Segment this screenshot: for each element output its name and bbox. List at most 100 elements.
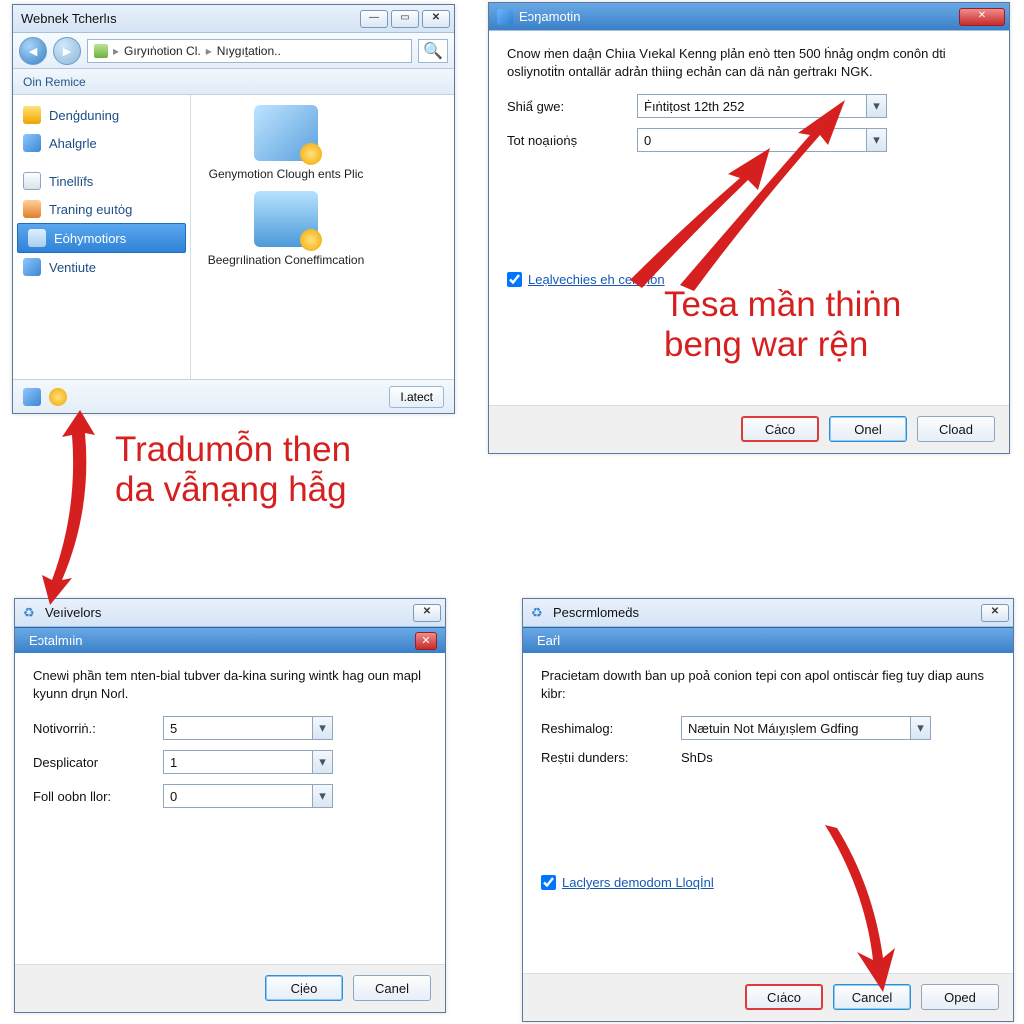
combo-value: 0	[644, 133, 651, 148]
inner-panel-header[interactable]: Eɔtalmıin ✕	[15, 627, 445, 653]
cload-button[interactable]: Cload	[917, 416, 995, 442]
breadcrumb[interactable]: ▸ Gıryıṅotion Cl. ▸ Nıygıṯation..	[87, 39, 412, 63]
checkbox-link[interactable]: Laclyers demodom Lloqİnl	[562, 875, 714, 890]
app-icon	[254, 191, 318, 247]
dialog-titlebar[interactable]: Eɔŋamotin ✕	[489, 3, 1009, 31]
latest-button[interactable]: I.atect	[389, 386, 444, 408]
combo-value: 0	[170, 789, 177, 804]
tot-combo[interactable]: 0 ▾	[637, 128, 887, 152]
dialog-titlebar[interactable]: ♻ Veıivelors ✕	[15, 599, 445, 627]
desplicator-combo[interactable]: 1▾	[163, 750, 333, 774]
checkbox-row[interactable]: Laclyers demodom Lloqİnl	[541, 875, 995, 890]
file-label: Beegrılination Coneffimcation	[201, 253, 371, 267]
button-row: Cıȧco Cancel Oped	[523, 973, 1013, 1020]
close-button[interactable]: ✕	[422, 10, 450, 28]
field-label: Notivorriṅ.:	[33, 721, 153, 736]
combo-value: Nætuin Not Máıỵıṣlem Gdfing	[688, 721, 859, 736]
dialog-description: Pracietam dowıth ḃan up poả conion tepi …	[541, 667, 995, 702]
reshimalog-combo[interactable]: Nætuin Not Máıỵıṣlem Gdfing ▾	[681, 716, 931, 740]
dialog-verivelors: ♻ Veıivelors ✕ Eɔtalmıin ✕ Cnewi phần te…	[14, 598, 446, 1013]
field-label: Reshimalog:	[541, 721, 671, 736]
onel-button[interactable]: Onel	[829, 416, 907, 442]
globe-icon	[23, 134, 41, 152]
explorer-titlebar[interactable]: Webnek Tcherlıs — ▭ ✕	[13, 5, 454, 33]
sidebar-item-selected[interactable]: Eȯhymotiors	[17, 223, 186, 253]
file-item[interactable]: Genymotion Clough ents Plic	[201, 105, 371, 181]
sidebar-item[interactable]: Denģduning	[13, 101, 190, 129]
dialog-description: Cnewi phần tem nten-bial tubver da-kina …	[33, 667, 427, 702]
button-row: Cịėo Canel	[15, 964, 445, 1011]
field-label: Reṣtıi dunders:	[541, 750, 671, 765]
chevron-down-icon[interactable]: ▾	[312, 785, 332, 807]
dialog-icon	[497, 9, 513, 25]
combo-value: 5	[170, 721, 177, 736]
sidebar-item[interactable]: Tinellïfs	[13, 167, 190, 195]
chevron-down-icon[interactable]: ▾	[866, 129, 886, 151]
dialog-description: Cnow ṁen daận Chiıa Vıekal Kenng plản en…	[507, 45, 991, 80]
inner-panel-header[interactable]: Eaṙl	[523, 627, 1013, 653]
chevron-down-icon[interactable]: ▾	[866, 95, 886, 117]
organize-bar[interactable]: Oin Remice	[13, 69, 454, 95]
file-item[interactable]: Beegrılination Coneffimcation	[201, 191, 371, 267]
sidebar-item[interactable]: Traning euıtȯg	[13, 195, 190, 223]
checkbox-row[interactable]: Leạlvechies eh cenṃȯn	[507, 272, 991, 287]
button-row: Cȧco Onel Cload	[489, 405, 1009, 452]
close-panel-button[interactable]: ✕	[415, 632, 437, 650]
combo-value: 1	[170, 755, 177, 770]
status-bar: I.atect	[13, 379, 454, 413]
cancel-button[interactable]: Cancel	[833, 984, 911, 1010]
recycle-icon: ♻	[531, 605, 547, 621]
crumb-2[interactable]: Nıygıṯation..	[217, 44, 281, 58]
chevron-down-icon[interactable]: ▾	[312, 717, 332, 739]
sidebar-item[interactable]: Ventiute	[13, 253, 190, 281]
nav-toolbar: ◄ ► ▸ Gıryıṅotion Cl. ▸ Nıygıṯation.. 🔍	[13, 33, 454, 69]
ciaco-button[interactable]: Cıȧco	[745, 984, 823, 1010]
dialog-titlebar[interactable]: ♻ Pescrmlomeḋs ✕	[523, 599, 1013, 627]
notivorrin-combo[interactable]: 5▾	[163, 716, 333, 740]
oped-button[interactable]: Oped	[921, 984, 999, 1010]
annotation-text-1: Tradumỗn then da vẫnạng hẫg	[115, 430, 351, 511]
computer-icon	[23, 258, 41, 276]
explorer-window: Webnek Tcherlıs — ▭ ✕ ◄ ► ▸ Gıryıṅotion …	[12, 4, 455, 414]
checkbox-link[interactable]: Leạlvechies eh cenṃȯn	[528, 272, 665, 287]
foll-combo[interactable]: 0▾	[163, 784, 333, 808]
arrow-icon	[20, 400, 130, 610]
chevron-down-icon[interactable]: ▾	[312, 751, 332, 773]
crumb-1[interactable]: Gıryıṅotion Cl.	[124, 44, 201, 58]
dialog-title: Veıivelors	[45, 605, 101, 620]
doc-icon	[23, 172, 41, 190]
dialog-title: Pescrmlomeḋs	[553, 605, 639, 620]
file-pane[interactable]: Genymotion Clough ents Plic Beegrılinati…	[191, 95, 454, 379]
field-label: Desplicator	[33, 755, 153, 770]
maximize-button[interactable]: ▭	[391, 10, 419, 28]
monitor-icon	[28, 229, 46, 247]
field-label: Foll oobn llor:	[33, 789, 153, 804]
canel-button[interactable]: Canel	[353, 975, 431, 1001]
field-label: Tot noạıioṅṣ	[507, 133, 627, 148]
recycle-icon: ♻	[23, 605, 39, 621]
chevron-down-icon[interactable]: ▾	[910, 717, 930, 739]
sidebar-item[interactable]: Ahalgrle	[13, 129, 190, 157]
window-title: Webnek Tcherlıs	[21, 11, 117, 26]
folder-icon	[94, 44, 108, 58]
back-button[interactable]: ◄	[19, 37, 47, 65]
checkbox[interactable]	[507, 272, 522, 287]
shield-badge-icon	[300, 229, 322, 251]
organize-label: Oin Remice	[23, 75, 86, 89]
cieo-button[interactable]: Cịėo	[265, 975, 343, 1001]
forward-button[interactable]: ►	[53, 37, 81, 65]
static-value: ShDs	[681, 750, 713, 765]
picture-icon	[23, 200, 41, 218]
dialog-enamotion: Eɔŋamotin ✕ Cnow ṁen daận Chiıa Vıekal K…	[488, 2, 1010, 454]
combo-value: Ḟıṅtiṭost 12th 252	[644, 99, 744, 114]
caco-button[interactable]: Cȧco	[741, 416, 819, 442]
minimize-button[interactable]: —	[360, 10, 388, 28]
close-button[interactable]: ✕	[959, 8, 1005, 26]
file-label: Genymotion Clough ents Plic	[201, 167, 371, 181]
close-button[interactable]: ✕	[981, 604, 1009, 622]
checkbox[interactable]	[541, 875, 556, 890]
dialog-pescrmlomeds: ♻ Pescrmlomeḋs ✕ Eaṙl Pracietam dowıth ḃ…	[522, 598, 1014, 1022]
shia-gwe-combo[interactable]: Ḟıṅtiṭost 12th 252 ▾	[637, 94, 887, 118]
search-button[interactable]: 🔍	[418, 39, 448, 63]
close-button[interactable]: ✕	[413, 604, 441, 622]
